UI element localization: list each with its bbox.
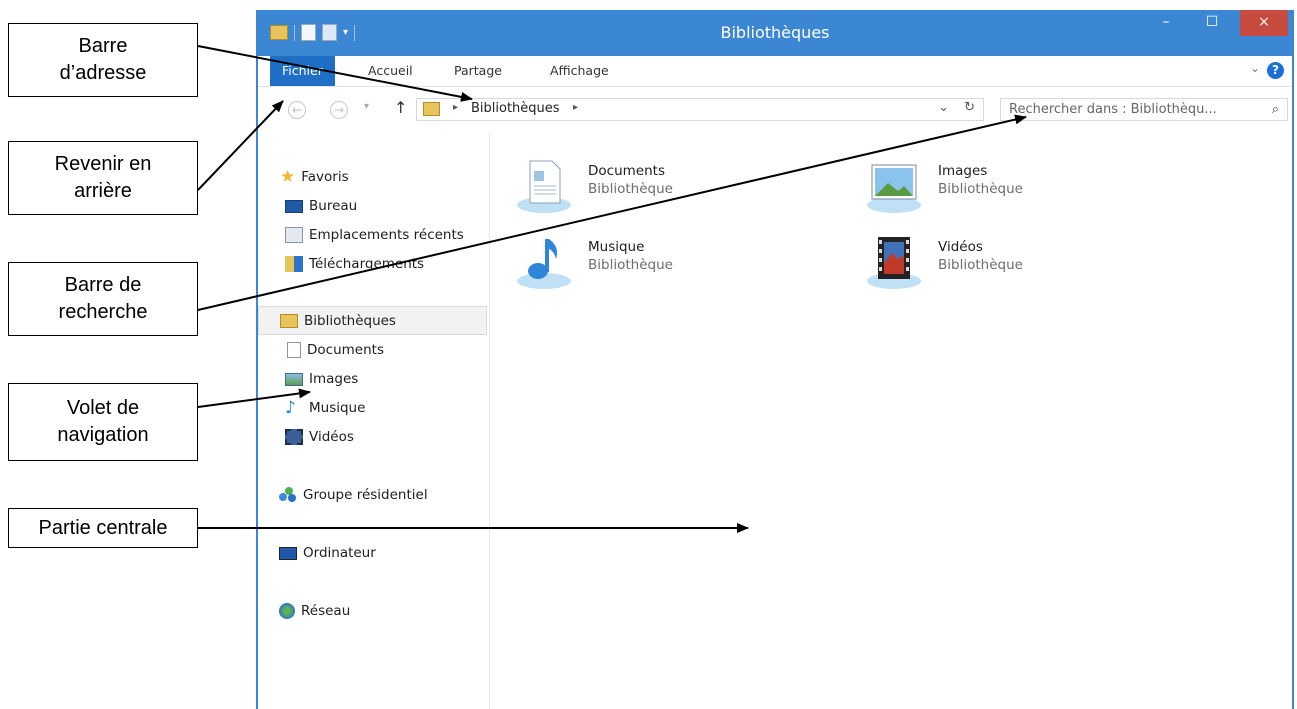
library-name: Vidéos: [938, 239, 983, 255]
refresh-icon[interactable]: ↻: [964, 100, 975, 115]
search-placeholder: Rechercher dans : Bibliothèqu...: [1009, 102, 1217, 117]
downloads-icon: [285, 256, 303, 272]
nav-label: Images: [309, 371, 359, 387]
maximize-button[interactable]: ☐: [1192, 10, 1232, 36]
picture-icon: [285, 372, 303, 386]
nav-label: Favoris: [301, 169, 349, 185]
nav-downloads[interactable]: Téléchargements: [258, 253, 516, 275]
nav-label: Réseau: [301, 603, 351, 619]
library-item-musique[interactable]: Musique Bibliothèque: [514, 233, 673, 293]
callout-search-bar: Barre de recherche: [8, 262, 198, 336]
callout-center: Partie centrale: [8, 508, 198, 548]
nav-label: Emplacements récents: [309, 227, 464, 243]
desktop-icon: [285, 199, 303, 213]
breadcrumb-bibliotheques[interactable]: Bibliothèques: [471, 101, 560, 116]
nav-label: Ordinateur: [303, 545, 376, 561]
nav-homegroup[interactable]: Groupe résidentiel: [258, 484, 510, 506]
nav-ordinateur[interactable]: Ordinateur: [258, 542, 510, 564]
library-icon: [423, 102, 440, 116]
back-button[interactable]: ←: [288, 101, 306, 119]
navigation-pane: ★ Favoris Bureau Emplacements récents Té…: [258, 132, 490, 709]
search-icon[interactable]: ⌕: [1272, 99, 1279, 120]
nav-favoris[interactable]: ★ Favoris: [258, 166, 511, 188]
documents-library-icon: [517, 160, 571, 213]
nav-label: Téléchargements: [309, 256, 425, 272]
ribbon: Fichier Accueil Partage Affichage ⌄ ?: [258, 56, 1292, 87]
nav-label: Bureau: [309, 198, 358, 214]
minimize-button[interactable]: –: [1146, 10, 1186, 36]
library-type: Bibliothèque: [938, 181, 1023, 197]
homegroup-icon: [279, 487, 297, 503]
videos-library-icon: [867, 237, 921, 289]
library-icon: [280, 313, 298, 328]
nav-images[interactable]: Images: [258, 368, 516, 390]
nav-documents[interactable]: Documents: [258, 339, 516, 361]
library-type: Bibliothèque: [588, 181, 673, 197]
tab-accueil[interactable]: Accueil: [368, 56, 413, 86]
content-area: ★ Favoris Bureau Emplacements récents Té…: [258, 132, 1292, 709]
up-button[interactable]: ↑: [394, 98, 407, 117]
film-icon: [285, 429, 303, 445]
library-name: Images: [938, 163, 988, 179]
address-dropdown-icon[interactable]: ⌄: [938, 100, 949, 115]
computer-icon: [279, 546, 297, 560]
nav-bureau[interactable]: Bureau: [258, 195, 516, 217]
nav-bibliotheques[interactable]: Bibliothèques: [258, 306, 487, 335]
library-type: Bibliothèque: [588, 257, 673, 273]
nav-label: Bibliothèques: [304, 312, 396, 329]
explorer-window: ▾ Bibliothèques – ☐ × Fichier Accueil Pa…: [256, 10, 1294, 709]
callout-address-bar: Barre d’adresse: [8, 23, 198, 97]
music-note-icon: ♪: [285, 398, 296, 418]
library-name: Documents: [588, 163, 665, 179]
forward-button[interactable]: →: [330, 101, 348, 119]
window-title: Bibliothèques: [720, 23, 830, 42]
nav-reseau[interactable]: Réseau: [258, 600, 510, 622]
nav-recent-places[interactable]: Emplacements récents: [258, 224, 516, 246]
help-icon[interactable]: ?: [1267, 62, 1284, 79]
search-input[interactable]: Rechercher dans : Bibliothèqu... ⌕: [1000, 98, 1288, 121]
tab-affichage[interactable]: Affichage: [550, 56, 609, 86]
nav-label: Groupe résidentiel: [303, 487, 428, 503]
expand-ribbon-icon[interactable]: ⌄: [1250, 61, 1260, 75]
tab-partage[interactable]: Partage: [454, 56, 502, 86]
callout-nav-pane: Volet de navigation: [8, 383, 198, 461]
nav-musique[interactable]: ♪ Musique: [258, 397, 516, 419]
breadcrumb-separator[interactable]: ▸: [453, 102, 458, 113]
pictures-library-icon: [867, 164, 921, 213]
nav-videos[interactable]: Vidéos: [258, 426, 516, 448]
callout-back: Revenir en arrière: [8, 141, 198, 215]
nav-label: Musique: [309, 400, 366, 416]
recent-places-icon: [285, 227, 303, 243]
star-icon: ★: [280, 167, 296, 187]
breadcrumb-separator[interactable]: ▸: [573, 102, 578, 113]
music-library-icon: [517, 239, 571, 289]
address-bar[interactable]: ▸ Bibliothèques ▸ ⌄ ↻: [416, 98, 984, 121]
address-row: ← → ▾ ↑ ▸ Bibliothèques ▸ ⌄ ↻ Rechercher…: [258, 87, 1292, 132]
nav-label: Vidéos: [309, 429, 354, 445]
library-item-documents[interactable]: Documents Bibliothèque: [514, 157, 673, 217]
nav-label: Documents: [307, 342, 384, 358]
library-type: Bibliothèque: [938, 257, 1023, 273]
network-icon: [279, 603, 295, 619]
library-item-videos[interactable]: Vidéos Bibliothèque: [864, 233, 1023, 293]
library-name: Musique: [588, 239, 645, 255]
document-icon: [287, 342, 301, 358]
title-bar: ▾ Bibliothèques – ☐ ×: [256, 10, 1294, 56]
close-button[interactable]: ×: [1240, 10, 1288, 36]
tab-fichier[interactable]: Fichier: [270, 56, 335, 86]
library-item-images[interactable]: Images Bibliothèque: [864, 157, 1023, 217]
recent-locations-icon[interactable]: ▾: [364, 101, 369, 112]
